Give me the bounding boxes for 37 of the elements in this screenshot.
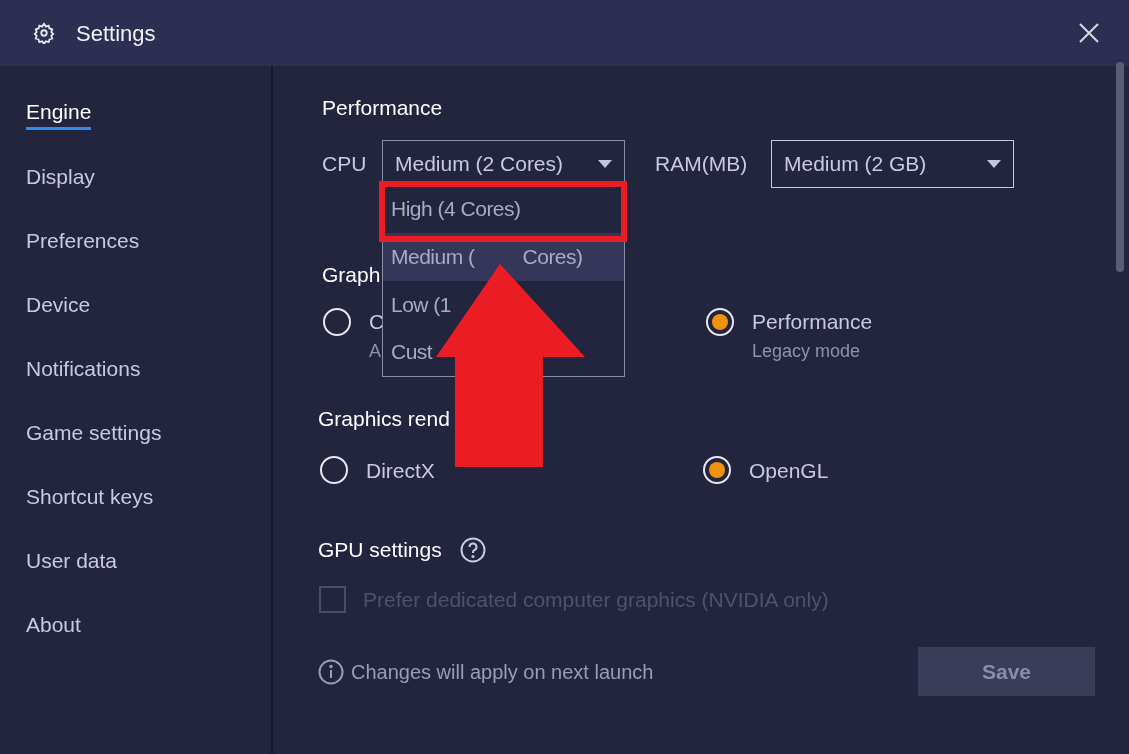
scrollbar[interactable] [1116, 62, 1124, 272]
help-icon[interactable] [459, 536, 486, 563]
sidebar-item[interactable]: Display [26, 160, 95, 194]
cpu-label: CPU [322, 150, 368, 177]
sidebar-item[interactable]: Game settings [26, 416, 162, 450]
section-heading: Graph [322, 261, 381, 288]
section-heading: Graphics rend [318, 406, 450, 432]
dropdown-option[interactable]: High (4 Cores) [383, 185, 523, 233]
sidebar-item[interactable]: Preferences [26, 224, 140, 258]
dropdown-option[interactable]: Cust [383, 328, 435, 376]
radio-button[interactable] [703, 456, 731, 485]
radio-button[interactable] [320, 456, 348, 485]
radio-button[interactable] [323, 308, 351, 336]
info-note: Changes will apply on next launch [351, 659, 654, 685]
window-title: Settings [76, 19, 156, 48]
option-description: A [369, 340, 382, 363]
settings-icon [33, 22, 55, 44]
option-label: DirectX [366, 457, 435, 484]
close-icon [1079, 23, 1099, 43]
option-label: OpenGL [749, 457, 829, 484]
sidebar-item[interactable]: Device [26, 288, 91, 322]
section-heading: Performance [322, 95, 443, 121]
sidebar-item[interactable]: User data [26, 544, 118, 578]
ram-dropdown[interactable]: Medium (2 GB) [771, 139, 1014, 188]
sidebar-item[interactable]: Shortcut keys [26, 480, 154, 514]
sidebar-item[interactable]: Engine [26, 96, 92, 130]
sidebar-item[interactable]: Notifications [26, 352, 141, 386]
dropdown-option[interactable]: Low (1 [383, 280, 454, 329]
option-description: Legacy mode [752, 340, 862, 363]
sidebar-item[interactable]: About [26, 608, 81, 642]
info-icon [318, 658, 344, 685]
ram-label: RAM(MB) [655, 150, 749, 177]
caret-icon [598, 159, 612, 168]
option-label: Performance [752, 309, 873, 335]
caret-icon [987, 159, 1001, 168]
radio-button[interactable] [706, 308, 734, 336]
section-heading: GPU settings [318, 537, 442, 563]
